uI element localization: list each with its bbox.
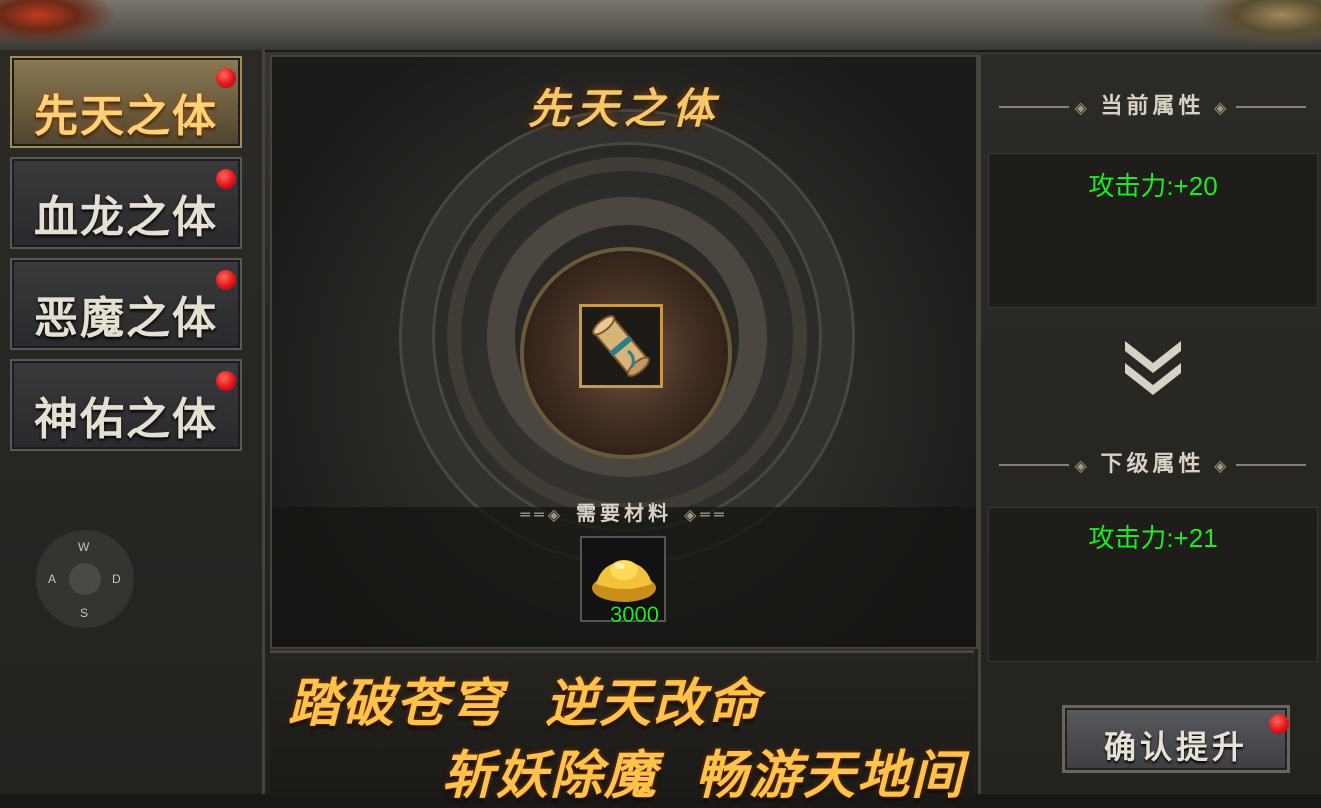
- tab-xiantian[interactable]: 先天之体: [10, 56, 242, 148]
- left-tab-column: 先天之体 血龙之体 恶魔之体 神佑之体 W A D S: [0, 50, 265, 794]
- scroll-icon: [582, 307, 660, 385]
- next-attr-title: 下级属性: [1100, 451, 1205, 477]
- ornament-left-icon: ══◈: [520, 505, 564, 524]
- red-dot-icon: [216, 169, 236, 189]
- ornament-right-icon: ◈: [1204, 98, 1231, 117]
- joystick-key-right: D: [112, 572, 121, 586]
- material-count: 3000: [610, 602, 659, 627]
- double-chevron-down-icon: [1125, 341, 1181, 395]
- current-attr-title: 当前属性: [1100, 93, 1205, 119]
- red-dot-icon: [216, 371, 236, 391]
- ornament-right-icon: ◈: [1204, 456, 1231, 475]
- divider-line: [998, 464, 1069, 466]
- tab-emo[interactable]: 恶魔之体: [10, 258, 242, 350]
- divider-line: [998, 106, 1069, 108]
- joystick-key-down: S: [80, 606, 89, 620]
- tab-xuelong[interactable]: 血龙之体: [10, 157, 242, 249]
- upgrade-item-slot[interactable]: [579, 304, 663, 388]
- red-dot-icon: [1269, 714, 1289, 734]
- confirm-upgrade-button[interactable]: 确认提升: [1062, 705, 1290, 773]
- next-attr-box: 攻击力:+21: [988, 507, 1318, 662]
- tab-label: 先天之体: [34, 91, 218, 142]
- next-attr-value: 攻击力:+21: [1088, 523, 1218, 553]
- panel-title: 先天之体: [527, 84, 720, 133]
- slogan-line1-b: 逆天改命: [545, 673, 762, 734]
- tab-shenyou[interactable]: 神佑之体: [10, 359, 242, 451]
- joystick-key-up: W: [78, 540, 90, 554]
- current-attr-box: 攻击力:+20: [988, 153, 1318, 308]
- dragon-head-right-icon: [1191, 0, 1321, 50]
- ornament-left-icon: ◈: [1074, 456, 1101, 475]
- ornament-right-icon: ◈══: [684, 505, 728, 524]
- tab-label: 神佑之体: [34, 394, 218, 445]
- joystick-key-left: A: [48, 572, 57, 586]
- current-attr-value: 攻击力:+20: [1088, 171, 1218, 201]
- slogan-line2-a: 斩妖除魔: [442, 745, 659, 806]
- joystick-knob[interactable]: [69, 563, 101, 595]
- ornament-left-icon: ◈: [1074, 98, 1101, 117]
- divider-line: [1236, 106, 1307, 108]
- red-dot-icon: [216, 68, 236, 88]
- divider-line: [1236, 464, 1307, 466]
- current-attr-header: ◈ 当前属性 ◈: [981, 88, 1321, 119]
- slogan-line2-b: 畅游天地间: [695, 745, 966, 806]
- right-attribute-column: ◈ 当前属性 ◈ 攻击力:+20 ◈ 下级属性 ◈ 攻击力:+21 确认提升: [978, 55, 1321, 794]
- material-title-text: 需要材料: [576, 501, 672, 525]
- next-attr-header: ◈ 下级属性 ◈: [981, 446, 1321, 477]
- slogan-line1-a: 踏破苍穹: [288, 673, 505, 734]
- tab-label: 恶魔之体: [34, 293, 218, 344]
- virtual-joystick[interactable]: W A D S: [36, 530, 134, 628]
- tab-label: 血龙之体: [34, 192, 218, 243]
- top-frame-bar: [0, 0, 1321, 52]
- center-panel: 先天之体 ══◈ 需要材料 ◈══ 3000: [270, 55, 978, 649]
- slogan-banner: 踏破苍穹 逆天改命 斩妖除魔 畅游天地间: [270, 650, 974, 806]
- red-dot-icon: [216, 270, 236, 290]
- confirm-upgrade-label: 确认提升: [1103, 728, 1248, 766]
- game-window: 先天之体 血龙之体 恶魔之体 神佑之体 W A D S 先天之体 ══◈ 需要材…: [0, 0, 1321, 806]
- dragon-head-left-icon: [0, 0, 130, 50]
- material-title: ══◈ 需要材料 ◈══: [272, 497, 976, 526]
